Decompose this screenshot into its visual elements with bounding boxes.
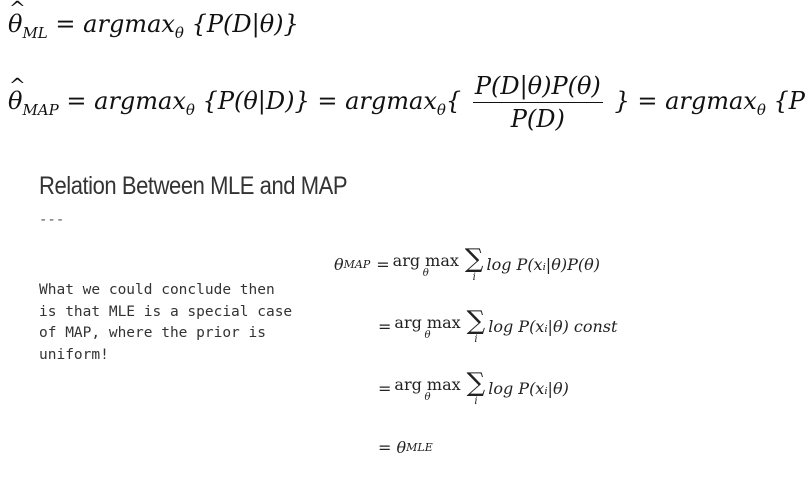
derivation-row-3-prefix: = [378,379,392,398]
argmax-operator: arg max θ [394,312,461,341]
derivation-final-prefix: = θ [378,438,407,457]
derivation-row-1: θ MAP = arg max θ ∑ i log P(xᵢ|θ)P(θ) [334,246,600,283]
derivation-row-final: = θ MLE [378,438,433,457]
derivation-row-3: = arg max θ ∑ i log P(xᵢ|θ) [378,370,569,407]
ml-subscript: ML [22,24,48,42]
map-part1-end: {P(θ|D)} = argmax [202,87,437,115]
derivation-row-2: = arg max θ ∑ i log P(xᵢ|θ) const [378,308,617,345]
map-part3-sub: θ [756,101,766,119]
fraction-denominator: P(D) [510,105,565,133]
derivation-row-2-prefix: = [378,317,392,336]
derivation-row-1-expr: log P(xᵢ|θ)P(θ) [486,255,600,274]
derivation-row-3-expr: log P(xᵢ|θ) [488,379,569,398]
section-title: Relation Between MLE and MAP [39,172,348,200]
ml-rhs-end: {P(D|θ)} [191,10,299,38]
sum-operator: ∑ i [466,368,486,407]
section-separator: --- [39,212,65,228]
sum-operator: ∑ i [464,244,484,283]
ml-rhs-start: = argmax [55,10,175,38]
map-part2-open: { [445,87,462,115]
theta-hat: θ [8,0,26,38]
map-part3-end: {P(D|θ)P(θ) [773,87,805,115]
derivation-final-sub: MLE [406,441,433,454]
map-part1-sub: θ [185,101,195,119]
derivation-lhs-sub: MAP [343,258,371,271]
map-part2-sub: θ [436,101,446,119]
derivation-row-1-prefix: = [376,255,390,274]
bayes-fraction: P(D|θ)P(θ) P(D) [472,72,603,133]
derivation-lhs: θ [334,255,344,274]
map-part3: } = argmax [614,87,757,115]
equation-map: θMAP = argmaxθ {P(θ|D)} = argmaxθ{ P(D|θ… [8,72,805,142]
map-subscript: MAP [22,101,59,119]
argmax-operator: arg max θ [392,250,459,279]
argmax-operator: arg max θ [394,374,461,403]
derivation-row-2-expr: log P(xᵢ|θ) const [488,317,618,336]
theta-hat-map: θ [8,73,26,115]
conclusion-text: What we could conclude then is that MLE … [39,282,293,363]
map-part1: = argmax [66,87,186,115]
equation-ml: θML = argmaxθ {P(D|θ)} [8,0,299,42]
ml-rhs-subscript: θ [174,24,184,42]
fraction-numerator: P(D|θ)P(θ) [472,72,603,103]
sum-operator: ∑ i [466,306,486,345]
